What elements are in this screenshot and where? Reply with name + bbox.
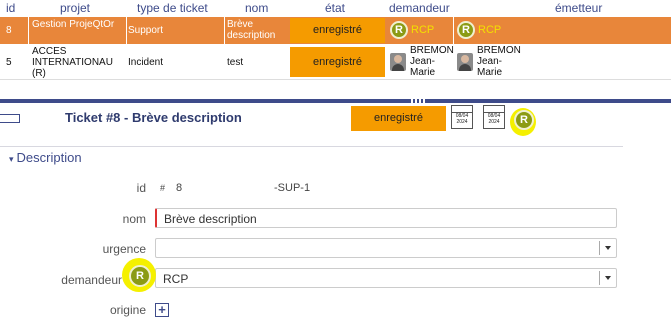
col-header-nom[interactable]: nom <box>245 1 268 15</box>
id-hash: # <box>160 183 166 193</box>
nom-field[interactable]: Brève description <box>155 208 617 228</box>
demandeur-label: demandeur <box>61 273 122 287</box>
col-header-type[interactable]: type de ticket <box>137 1 208 15</box>
cell-demandeur: RCP <box>411 24 435 36</box>
user-initial-icon: R <box>390 21 408 39</box>
dropdown-arrow-icon[interactable] <box>599 241 616 255</box>
table-row-selected[interactable]: 8 Gestion ProjeQtOr Support Brève descri… <box>0 17 671 44</box>
urgence-select[interactable] <box>155 238 617 258</box>
ticket-title: Ticket #8 - Brève description <box>65 110 242 125</box>
calendar-icon: 08/04 2024 <box>483 105 505 129</box>
cell-id: 5 <box>6 57 12 68</box>
add-icon[interactable]: + <box>155 303 169 317</box>
toggle-panel-icon[interactable] <box>0 114 20 123</box>
cell-projet: Gestion ProjeQtOr <box>32 19 115 30</box>
user-initial-icon: R <box>129 265 151 287</box>
user-initial-icon: R <box>457 21 475 39</box>
dropdown-arrow-icon[interactable] <box>599 271 616 285</box>
demandeur-select[interactable]: RCP <box>155 268 617 288</box>
calendar-icon: 08/04 2024 <box>451 105 473 129</box>
section-description-header[interactable]: ▾ Description <box>9 150 82 165</box>
col-header-id[interactable]: id <box>6 1 15 15</box>
cell-nom: test <box>227 57 244 68</box>
cell-demandeur: BREMON Jean-Marie <box>410 45 454 78</box>
section-separator <box>0 146 623 147</box>
cell-type: Incident <box>128 57 164 68</box>
id-suffix: -SUP-1 <box>274 182 311 194</box>
col-header-demandeur[interactable]: demandeur <box>389 1 450 15</box>
split-divider[interactable] <box>0 99 671 103</box>
demandeur-value: RCP <box>163 272 189 286</box>
cell-nom: Brève description <box>227 19 276 41</box>
cell-projet: ACCES INTERNATIONAU (R) <box>32 46 113 79</box>
nom-label: nom <box>122 212 146 226</box>
ticket-state-badge: enregistré <box>351 106 446 131</box>
state-badge: enregistré <box>290 18 385 43</box>
urgence-label: urgence <box>102 242 146 256</box>
cell-emetteur: RCP <box>478 24 502 36</box>
col-header-projet[interactable]: projet <box>60 1 90 15</box>
avatar-icon <box>457 53 473 71</box>
table-row[interactable]: 5 ACCES INTERNATIONAU (R) Incident test … <box>0 45 671 80</box>
state-badge: enregistré <box>290 47 385 77</box>
origine-label: origine <box>109 303 146 317</box>
id-value: 8 <box>176 182 183 194</box>
col-header-emetteur[interactable]: émetteur <box>555 1 602 15</box>
id-label: id <box>136 181 146 195</box>
nom-value: Brève description <box>164 212 257 226</box>
owner-initial-icon: R <box>514 110 534 130</box>
splitter-grip-icon[interactable] <box>411 99 427 103</box>
table-header: id projet type de ticket nom état demand… <box>0 0 671 17</box>
avatar-icon <box>390 53 406 71</box>
col-header-etat[interactable]: état <box>325 1 345 15</box>
cell-emetteur: BREMON Jean-Marie <box>477 45 521 78</box>
collapse-triangle-icon: ▾ <box>9 154 14 164</box>
